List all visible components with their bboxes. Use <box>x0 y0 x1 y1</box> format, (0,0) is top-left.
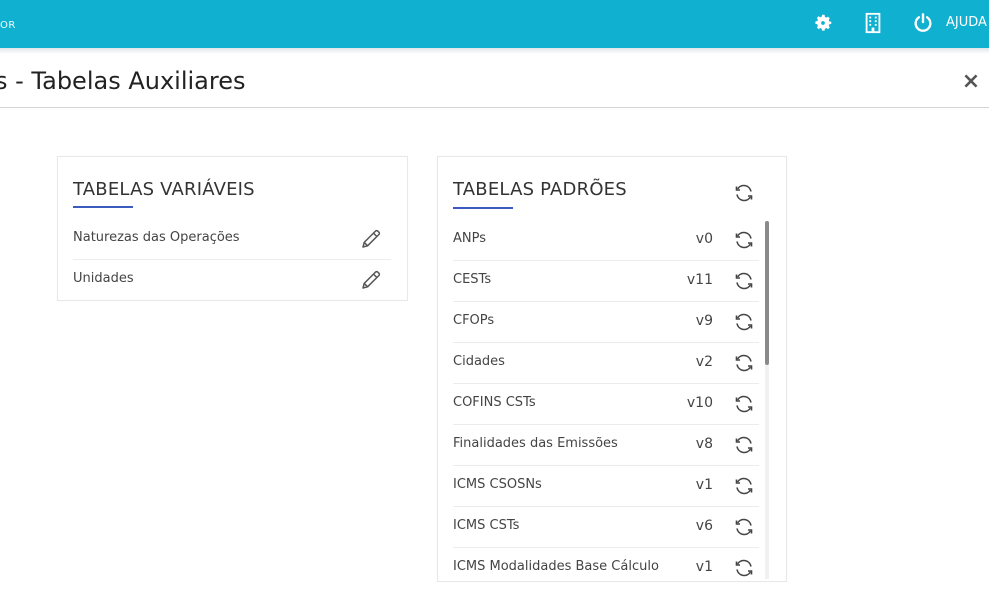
refresh-icon[interactable] <box>732 228 756 252</box>
app-name-fragment[interactable]: OR <box>0 20 16 31</box>
variable-tables-title: TABELAS VARIÁVEIS <box>73 179 255 200</box>
version-label: v2 <box>695 354 713 370</box>
list-item[interactable]: ICMS CSTs v6 <box>453 506 759 548</box>
building-icon[interactable] <box>862 12 884 34</box>
help-link[interactable]: AJUDA <box>946 15 987 30</box>
list-item-label: CESTs <box>453 272 492 287</box>
list-item-label: CFOPs <box>453 313 495 328</box>
variable-tables-card: TABELAS VARIÁVEIS Naturezas das Operaçõe… <box>57 156 408 301</box>
version-label: v11 <box>686 272 713 288</box>
topbar-shadow <box>0 48 989 54</box>
version-label: v8 <box>695 436 713 452</box>
power-icon[interactable] <box>912 12 934 34</box>
pencil-icon[interactable] <box>359 227 383 251</box>
list-item-naturezas[interactable]: Naturezas das Operações <box>73 218 391 260</box>
refresh-icon[interactable] <box>732 351 756 375</box>
refresh-icon[interactable] <box>732 310 756 334</box>
list-item-label: ICMS Modalidades Base Cálculo <box>453 559 659 574</box>
refresh-icon[interactable] <box>732 474 756 498</box>
scrollbar-thumb[interactable] <box>765 221 769 365</box>
gear-icon[interactable] <box>812 12 834 34</box>
refresh-icon[interactable] <box>732 392 756 416</box>
header-divider <box>0 107 989 108</box>
refresh-icon[interactable] <box>732 433 756 457</box>
list-item-unidades[interactable]: Unidades <box>73 259 391 300</box>
top-bar: OR AJUDA <box>0 0 989 48</box>
refresh-icon[interactable] <box>732 515 756 539</box>
standard-tables-card: TABELAS PADRÕES ANPs v0 CESTs v11 CFOPs v9 Cid… <box>437 156 787 582</box>
list-item[interactable]: Cidades v2 <box>453 342 759 384</box>
list-item-label: COFINS CSTs <box>453 395 536 410</box>
refresh-icon[interactable] <box>732 269 756 293</box>
title-underline <box>73 206 133 208</box>
close-button[interactable]: × <box>960 70 982 94</box>
list-item-label: ICMS CSOSNs <box>453 477 542 492</box>
list-item[interactable]: ANPs v0 <box>453 219 759 261</box>
version-label: v0 <box>695 231 713 247</box>
version-label: v1 <box>695 477 713 493</box>
list-item-label: Unidades <box>73 271 134 286</box>
list-item[interactable]: Finalidades das Emissões v8 <box>453 424 759 466</box>
version-label: v10 <box>686 395 713 411</box>
list-item-label: Naturezas das Operações <box>73 230 240 245</box>
list-item[interactable]: COFINS CSTs v10 <box>453 383 759 425</box>
list-item-label: ANPs <box>453 231 487 246</box>
refresh-icon[interactable] <box>732 556 756 580</box>
list-item[interactable]: ICMS CSOSNs v1 <box>453 465 759 507</box>
list-item[interactable]: CESTs v11 <box>453 260 759 302</box>
version-label: v9 <box>695 313 713 329</box>
list-item-label: ICMS CSTs <box>453 518 520 533</box>
title-underline <box>453 207 513 209</box>
version-label: v1 <box>695 559 713 575</box>
list-item[interactable]: ICMS Modalidades Base Cálculo v1 <box>453 547 759 581</box>
list-item[interactable]: CFOPs v9 <box>453 301 759 343</box>
refresh-all-icon[interactable] <box>732 181 756 205</box>
list-item-label: Cidades <box>453 354 505 369</box>
version-label: v6 <box>695 518 713 534</box>
standard-tables-title: TABELAS PADRÕES <box>453 179 627 200</box>
pencil-icon[interactable] <box>359 268 383 292</box>
list-item-label: Finalidades das Emissões <box>453 436 618 451</box>
page-title: s - Tabelas Auxiliares <box>0 67 246 95</box>
